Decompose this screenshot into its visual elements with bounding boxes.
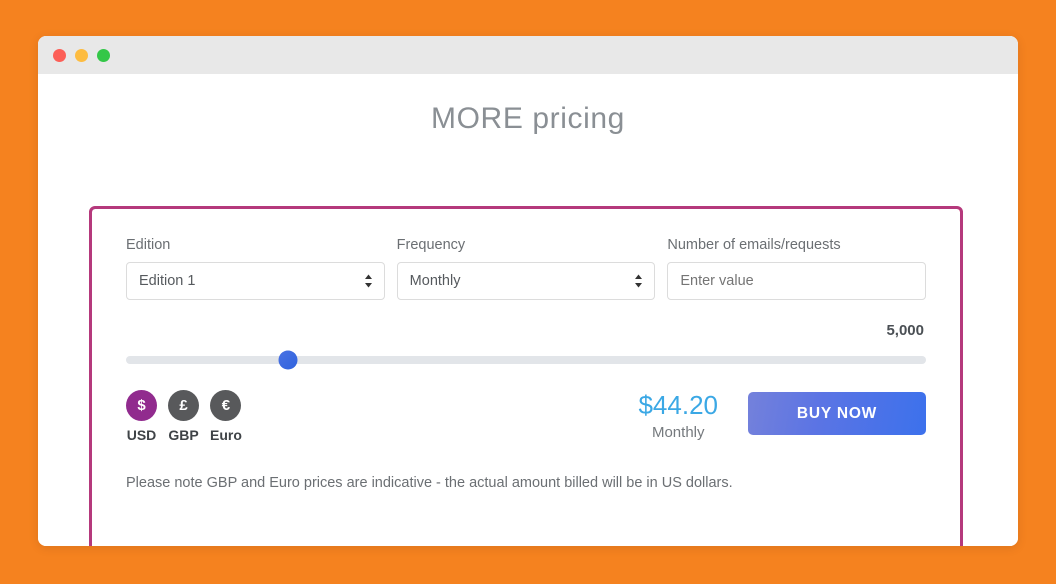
purchase-row: $ USD £ GBP € Euro $44.20 Monthly BUY NO…	[126, 390, 926, 443]
frequency-select[interactable]	[396, 262, 656, 300]
form-field-row: Edition Frequency	[126, 237, 927, 300]
currency-option-euro[interactable]: € Euro	[210, 390, 242, 443]
frequency-field-group: Frequency	[396, 237, 656, 300]
quantity-slider[interactable]	[126, 350, 926, 370]
page-body: MORE pricing Edition Edition 1 Frequency…	[38, 74, 1018, 546]
currency-selector: $ USD £ GBP € Euro	[126, 390, 242, 443]
page-title: MORE pricing	[431, 102, 625, 135]
edition-label: Edition	[126, 237, 171, 253]
euro-icon: €	[210, 390, 242, 421]
edition-select-wrapper	[126, 262, 385, 300]
dollar-icon: $	[126, 390, 157, 421]
slider-thumb[interactable]	[278, 350, 298, 370]
maximize-window-button[interactable]	[97, 48, 110, 62]
currency-option-usd[interactable]: $ USD	[126, 390, 157, 443]
currency-label-usd: USD	[126, 427, 157, 443]
currency-option-gbp[interactable]: £ GBP	[168, 390, 199, 443]
price-display: $44.20 Monthly	[638, 390, 748, 441]
edition-field-group: Edition	[126, 237, 385, 300]
slider-value-readout: 5,000	[886, 322, 924, 339]
emails-label: Number of emails/requests	[667, 237, 841, 253]
close-window-button[interactable]	[53, 48, 66, 62]
currency-label-gbp: GBP	[168, 427, 199, 443]
currency-label-euro: Euro	[210, 427, 242, 443]
pricing-footnote: Please note GBP and Euro prices are indi…	[126, 475, 733, 491]
frequency-select-wrapper	[396, 262, 656, 300]
buy-now-button[interactable]: BUY NOW	[748, 392, 926, 435]
price-period: Monthly	[651, 424, 705, 441]
emails-field-group: Number of emails/requests	[667, 237, 927, 300]
minimize-window-button[interactable]	[75, 48, 88, 62]
window-titlebar	[38, 36, 1018, 74]
browser-window: MORE pricing Edition Edition 1 Frequency…	[38, 36, 1018, 546]
pricing-calculator-panel: Edition Frequency	[89, 206, 963, 546]
edition-select[interactable]	[126, 262, 385, 300]
panel-inner: Edition Frequency	[92, 209, 960, 491]
pound-icon: £	[168, 390, 199, 421]
emails-input[interactable]	[667, 262, 927, 300]
frequency-label: Frequency	[396, 237, 466, 253]
price-amount: $44.20	[638, 390, 718, 420]
